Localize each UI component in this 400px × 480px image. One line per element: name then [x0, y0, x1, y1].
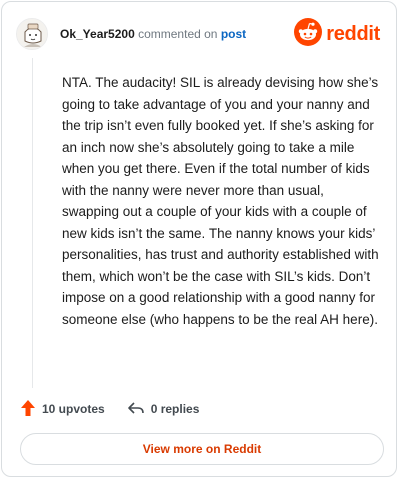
post-link[interactable]: post — [221, 27, 246, 41]
reply-count: 0 replies — [150, 402, 200, 416]
upvote-count: 10 upvotes — [42, 402, 105, 416]
upvote-arrow-icon — [20, 399, 36, 420]
reply-arrow-icon — [127, 400, 145, 419]
comment-meta: Ok_Year5200 commented on post — [60, 27, 246, 41]
reddit-brand[interactable]: reddit — [294, 17, 380, 51]
view-more-button[interactable]: View more on Reddit — [20, 433, 384, 465]
thread-line — [32, 58, 33, 388]
comment-header: Ok_Year5200 commented on post reddit — [16, 17, 382, 51]
comment-embed-card: Ok_Year5200 commented on post reddit NTA… — [1, 1, 397, 477]
avatar[interactable] — [16, 18, 48, 50]
reddit-logo-icon — [294, 17, 323, 51]
comment-actions: 10 upvotes 0 replies — [20, 398, 221, 420]
reddit-wordmark: reddit — [326, 22, 380, 45]
commented-on-label: commented on — [138, 27, 218, 41]
reply-button[interactable]: 0 replies — [127, 400, 200, 419]
upvote-button[interactable]: 10 upvotes — [20, 399, 105, 420]
username[interactable]: Ok_Year5200 — [60, 27, 135, 41]
comment-body: NTA. The audacity! SIL is already devisi… — [62, 75, 379, 327]
avatar-drawing — [17, 19, 47, 49]
